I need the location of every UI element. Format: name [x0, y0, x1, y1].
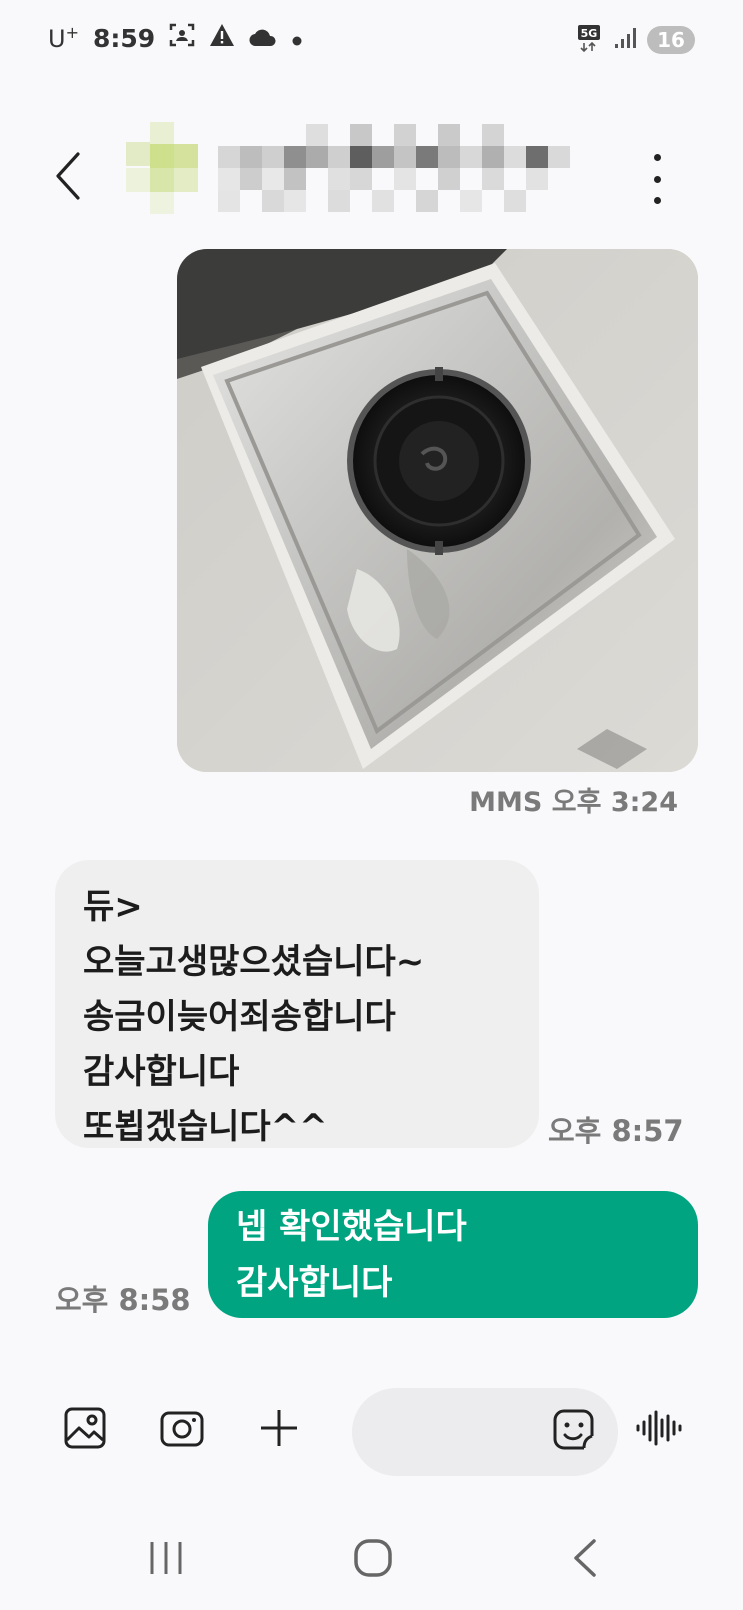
dot-icon — [291, 24, 303, 53]
system-navigation-bar — [0, 1520, 743, 1600]
message-composer — [0, 1380, 743, 1480]
plus-icon — [259, 1408, 299, 1452]
recents-button[interactable] — [136, 1530, 196, 1590]
cloud-icon — [249, 24, 277, 53]
status-time: 8:59 — [92, 23, 156, 53]
sent-timestamp: 오후 8:58 — [55, 1283, 191, 1317]
carrier-label: U+ — [48, 23, 79, 53]
add-attachment-button[interactable] — [255, 1406, 303, 1454]
network-label: 5G — [581, 27, 598, 40]
gallery-button[interactable] — [61, 1406, 109, 1454]
status-bar: U+ 8:59 5G 16 — [0, 0, 743, 80]
back-button[interactable] — [52, 150, 92, 210]
gallery-icon — [63, 1406, 107, 1454]
battery-level: 16 — [647, 26, 695, 54]
message-line: 듀> — [83, 887, 143, 927]
emoji-icon — [552, 1409, 596, 1456]
message-input[interactable] — [380, 1412, 530, 1452]
camera-button[interactable] — [158, 1406, 206, 1454]
received-message-bubble[interactable]: 듀> 오늘고생많으셨습니다~ 송금이늦어죄송합니다 감사합니다 또뵙겠습니다^^ — [55, 860, 539, 1148]
network-5g-icon: 5G — [577, 24, 603, 56]
chevron-left-icon — [52, 152, 84, 206]
home-icon — [353, 1538, 393, 1582]
voice-record-button[interactable] — [634, 1406, 682, 1454]
emoji-button[interactable] — [552, 1408, 600, 1456]
message-line: 감사합니다 — [83, 1052, 240, 1092]
recents-icon — [146, 1538, 186, 1582]
received-timestamp: 오후 8:57 — [548, 1114, 684, 1148]
conversation-header — [0, 110, 743, 230]
home-button[interactable] — [343, 1530, 403, 1590]
more-vertical-icon — [653, 154, 661, 161]
message-line: 송금이늦어죄송합니다 — [83, 997, 396, 1037]
camera-icon — [159, 1408, 205, 1452]
screenshot-icon — [169, 22, 195, 54]
message-line: 넵 확인했습니다 — [236, 1207, 467, 1247]
warning-icon — [209, 23, 235, 53]
more-options-button[interactable] — [647, 154, 667, 204]
message-input-container[interactable] — [352, 1388, 618, 1476]
back-icon — [570, 1538, 600, 1582]
sent-message-bubble[interactable]: 넵 확인했습니다 감사합니다 — [208, 1191, 698, 1318]
message-line: 또뵙겠습니다^^ — [83, 1107, 328, 1147]
signal-icon — [613, 26, 637, 54]
contact-name-redacted[interactable] — [118, 122, 588, 222]
message-line: 감사합니다 — [236, 1263, 393, 1303]
mms-timestamp: MMS 오후 3:24 — [469, 787, 678, 818]
message-line: 오늘고생많으셨습니다~ — [83, 942, 425, 982]
mms-image-attachment[interactable] — [177, 249, 698, 772]
nav-back-button[interactable] — [555, 1530, 615, 1590]
voice-icon — [634, 1408, 682, 1452]
